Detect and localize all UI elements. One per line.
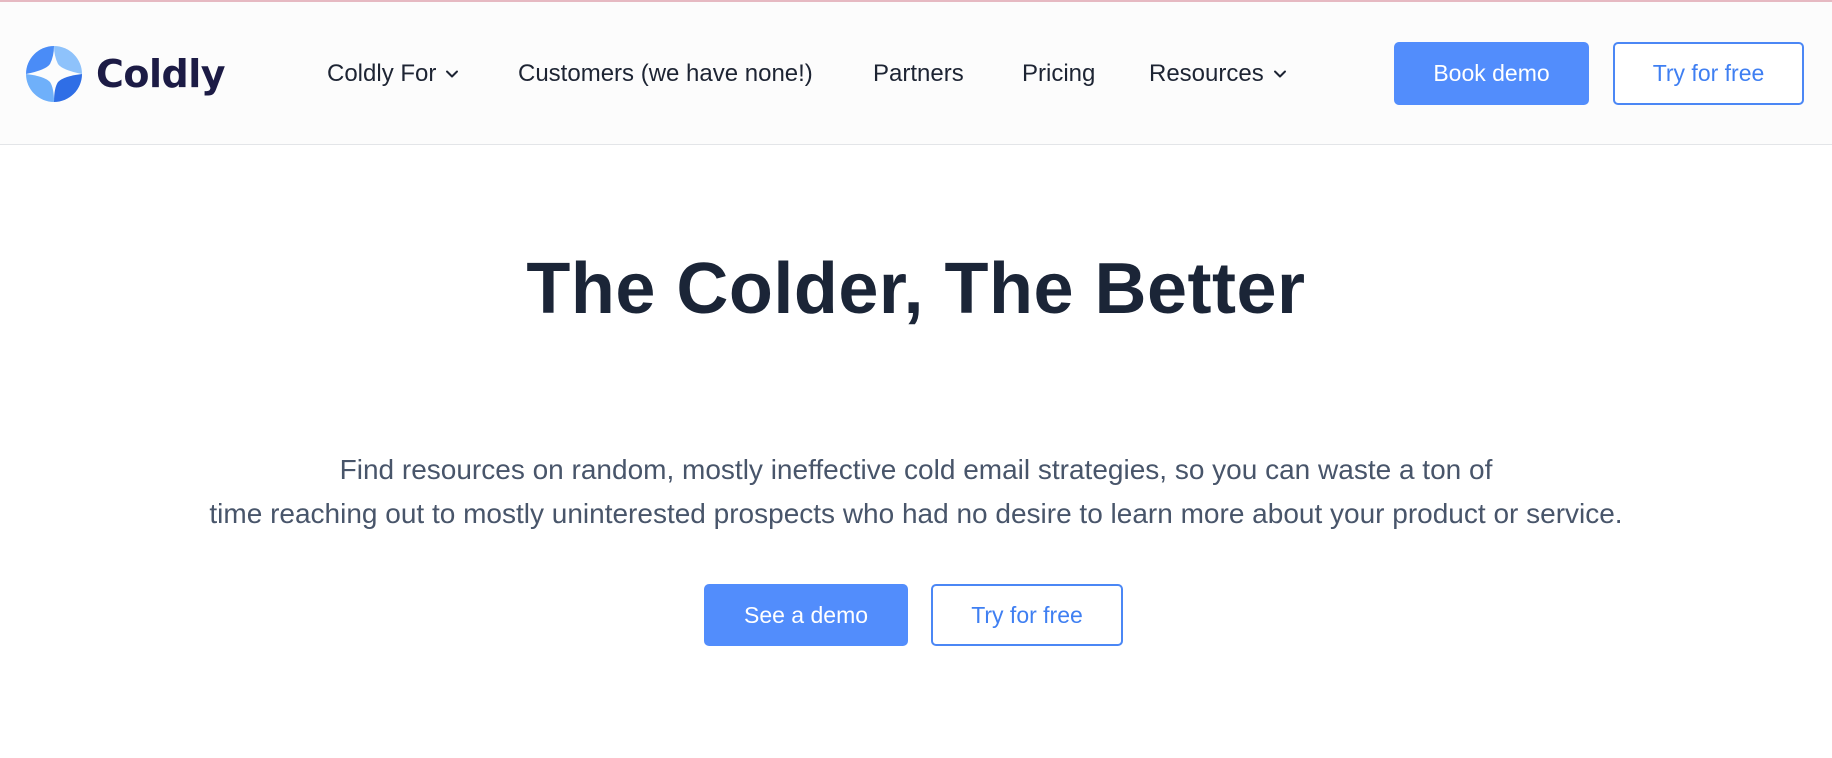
nav-label: Coldly For <box>327 60 437 87</box>
hero-subtitle-line1: Find resources on random, mostly ineffec… <box>339 454 1493 485</box>
nav-label: Resources <box>1149 60 1264 87</box>
nav-coldly-for[interactable]: Coldly For <box>327 58 460 90</box>
nav-label: Partners <box>873 60 964 87</box>
nav-pricing[interactable]: Pricing <box>1022 58 1095 90</box>
coldly-logo-icon <box>26 46 82 102</box>
brand-name: Coldly <box>96 52 226 96</box>
hero-subtitle-line2: time reaching out to mostly uninterested… <box>209 498 1623 529</box>
chevron-down-icon <box>1273 70 1286 78</box>
nav-label: Pricing <box>1022 60 1096 87</box>
hero-try-free-button[interactable]: Try for free <box>931 584 1123 646</box>
site-header: Coldly Coldly For Customers (we have non… <box>0 2 1832 145</box>
brand-logo-link[interactable]: Coldly <box>24 42 226 106</box>
nav-customers[interactable]: Customers (we have none!) <box>518 58 813 90</box>
header-try-free-button[interactable]: Try for free <box>1613 42 1804 105</box>
nav-resources[interactable]: Resources <box>1149 58 1288 90</box>
nav-partners[interactable]: Partners <box>873 58 964 90</box>
nav-label: Customers (we have none!) <box>518 60 813 87</box>
chevron-down-icon <box>446 70 459 78</box>
hero-title: The Colder, The Better <box>526 249 1306 329</box>
see-demo-button[interactable]: See a demo <box>704 584 908 646</box>
book-demo-button[interactable]: Book demo <box>1394 42 1589 105</box>
